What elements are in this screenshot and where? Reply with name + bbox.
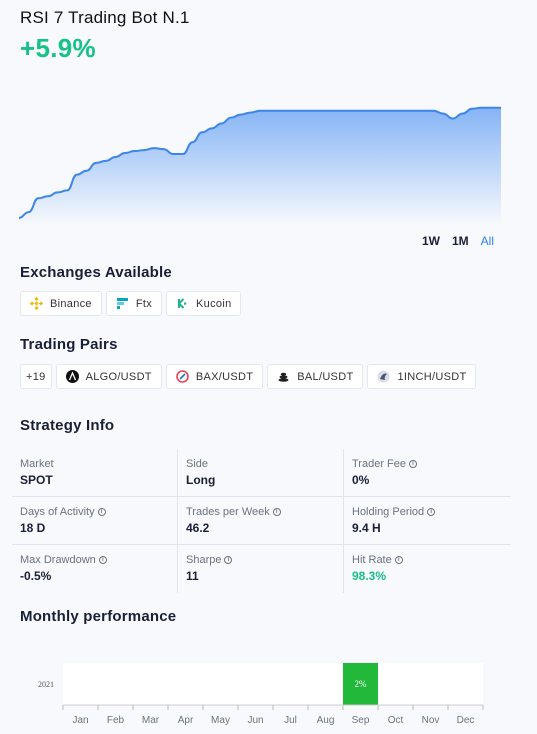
pairs-list: +19 ALGO/USDT BAX/USDT BAL/USDT 1INCH/US… bbox=[20, 364, 477, 389]
info-icon[interactable]: i bbox=[394, 556, 403, 564]
pair-chip-bax[interactable]: BAX/USDT bbox=[165, 364, 264, 389]
info-icon[interactable]: i bbox=[272, 508, 281, 516]
pair-label: BAL/USDT bbox=[297, 370, 354, 383]
exchange-label: Kucoin bbox=[196, 297, 232, 310]
stat-label: Days of Activity bbox=[20, 506, 95, 518]
pair-chip-bal[interactable]: BAL/USDT bbox=[267, 364, 364, 389]
stat-label: Holding Period bbox=[352, 506, 425, 518]
month-label: Feb bbox=[107, 715, 125, 726]
algo-icon bbox=[65, 370, 79, 383]
bot-title: RSI 7 Trading Bot N.1 bbox=[20, 8, 190, 27]
month-label: Nov bbox=[422, 715, 440, 726]
kucoin-icon bbox=[176, 297, 189, 310]
month-label: Dec bbox=[457, 715, 475, 726]
month-label: Jan bbox=[72, 715, 88, 726]
stat-label: Sharpe bbox=[186, 554, 222, 566]
stat-value: -0.5% bbox=[20, 569, 52, 583]
heatmap-background bbox=[63, 663, 483, 705]
more-pairs-count: +19 bbox=[26, 370, 46, 383]
range-all[interactable]: All bbox=[481, 234, 494, 248]
stat-value: SPOT bbox=[20, 473, 53, 487]
stat-market: Market SPOT bbox=[12, 449, 178, 497]
exchange-label: Ftx bbox=[135, 297, 153, 310]
info-icon[interactable]: i bbox=[409, 460, 418, 468]
stat-label: Trader Fee bbox=[352, 458, 407, 470]
heatmap-cell-label: 2% bbox=[355, 679, 368, 689]
1inch-icon bbox=[377, 370, 390, 383]
info-icon[interactable]: i bbox=[224, 556, 233, 564]
stat-hit-rate: Hit Rate i 98.3% bbox=[344, 545, 511, 593]
monthly-heatmap: 2021 Jan Feb Mar Apr May Jun Jul Aug 2% Sep Oct Nov D… bbox=[38, 663, 484, 726]
info-icon[interactable]: i bbox=[97, 508, 106, 516]
month-label: Jun bbox=[247, 715, 263, 726]
stat-label: Side bbox=[186, 458, 209, 470]
pair-label: ALGO/USDT bbox=[85, 370, 152, 383]
exchange-chip-kucoin[interactable]: Kucoin bbox=[166, 291, 242, 316]
stat-side: Side Long bbox=[178, 449, 344, 497]
stat-label: Hit Rate bbox=[352, 554, 392, 566]
range-1w[interactable]: 1W bbox=[422, 234, 440, 248]
range-selector: 1W 1M All bbox=[422, 234, 494, 248]
stat-label: Market bbox=[20, 458, 54, 470]
stat-days-of-activity: Days of Activity i 18 D bbox=[12, 497, 178, 545]
exchange-chip-binance[interactable]: Binance bbox=[20, 291, 102, 316]
pair-label: 1INCH/USDT bbox=[397, 370, 467, 383]
stat-label: Max Drawdown bbox=[20, 554, 96, 566]
stat-value: 0% bbox=[352, 473, 370, 487]
stat-value: 98.3% bbox=[352, 569, 387, 583]
stat-value: 46.2 bbox=[186, 521, 210, 535]
month-label: May bbox=[211, 715, 230, 726]
stat-sharpe: Sharpe i 11 bbox=[178, 545, 344, 593]
month-label: Oct bbox=[388, 715, 404, 726]
bal-icon bbox=[277, 370, 290, 383]
stat-trader-fee: Trader Fee i 0% bbox=[344, 449, 511, 497]
stat-max-drawdown: Max Drawdown i -0.5% bbox=[12, 545, 178, 593]
binance-icon bbox=[30, 297, 43, 310]
stat-value: Long bbox=[186, 473, 216, 487]
month-label: Apr bbox=[178, 715, 194, 726]
month-label: Sep bbox=[352, 715, 370, 726]
ftx-icon bbox=[116, 297, 129, 310]
exchange-chip-ftx[interactable]: Ftx bbox=[105, 291, 163, 316]
total-return: +5.9% bbox=[20, 33, 96, 63]
stat-value: 9.4 H bbox=[352, 521, 381, 535]
month-label: Jul bbox=[284, 715, 297, 726]
pair-label: BAX/USDT bbox=[195, 370, 254, 383]
year-label: 2021 bbox=[38, 680, 54, 689]
stat-holding-period: Holding Period i 9.4 H bbox=[344, 497, 511, 545]
more-pairs-chip[interactable]: +19 bbox=[20, 364, 52, 389]
stat-trades-per-week: Trades per Week i 46.2 bbox=[178, 497, 344, 545]
range-1m[interactable]: 1M bbox=[452, 234, 469, 248]
month-label: Mar bbox=[142, 715, 160, 726]
performance-chart bbox=[18, 106, 501, 225]
exchanges-list: Binance Ftx Kucoin bbox=[20, 291, 242, 316]
pair-chip-algo[interactable]: ALGO/USDT bbox=[55, 364, 162, 389]
bax-icon bbox=[176, 370, 189, 383]
stat-label: Trades per Week bbox=[186, 506, 270, 518]
strategy-title: Strategy Info bbox=[20, 417, 115, 434]
pairs-title: Trading Pairs bbox=[20, 336, 118, 353]
stat-value: 11 bbox=[186, 569, 199, 583]
strategy-info-grid: Market SPOT Side Long Trader Fee i 0% Day… bbox=[12, 449, 511, 593]
stat-value: 18 D bbox=[20, 521, 46, 535]
exchanges-title: Exchanges Available bbox=[20, 264, 172, 281]
month-label: Aug bbox=[317, 715, 335, 726]
exchange-label: Binance bbox=[50, 297, 92, 310]
monthly-title: Monthly performance bbox=[20, 608, 177, 625]
info-icon[interactable]: i bbox=[427, 508, 436, 516]
pair-chip-1inch[interactable]: 1INCH/USDT bbox=[367, 364, 477, 389]
info-icon[interactable]: i bbox=[98, 556, 107, 564]
